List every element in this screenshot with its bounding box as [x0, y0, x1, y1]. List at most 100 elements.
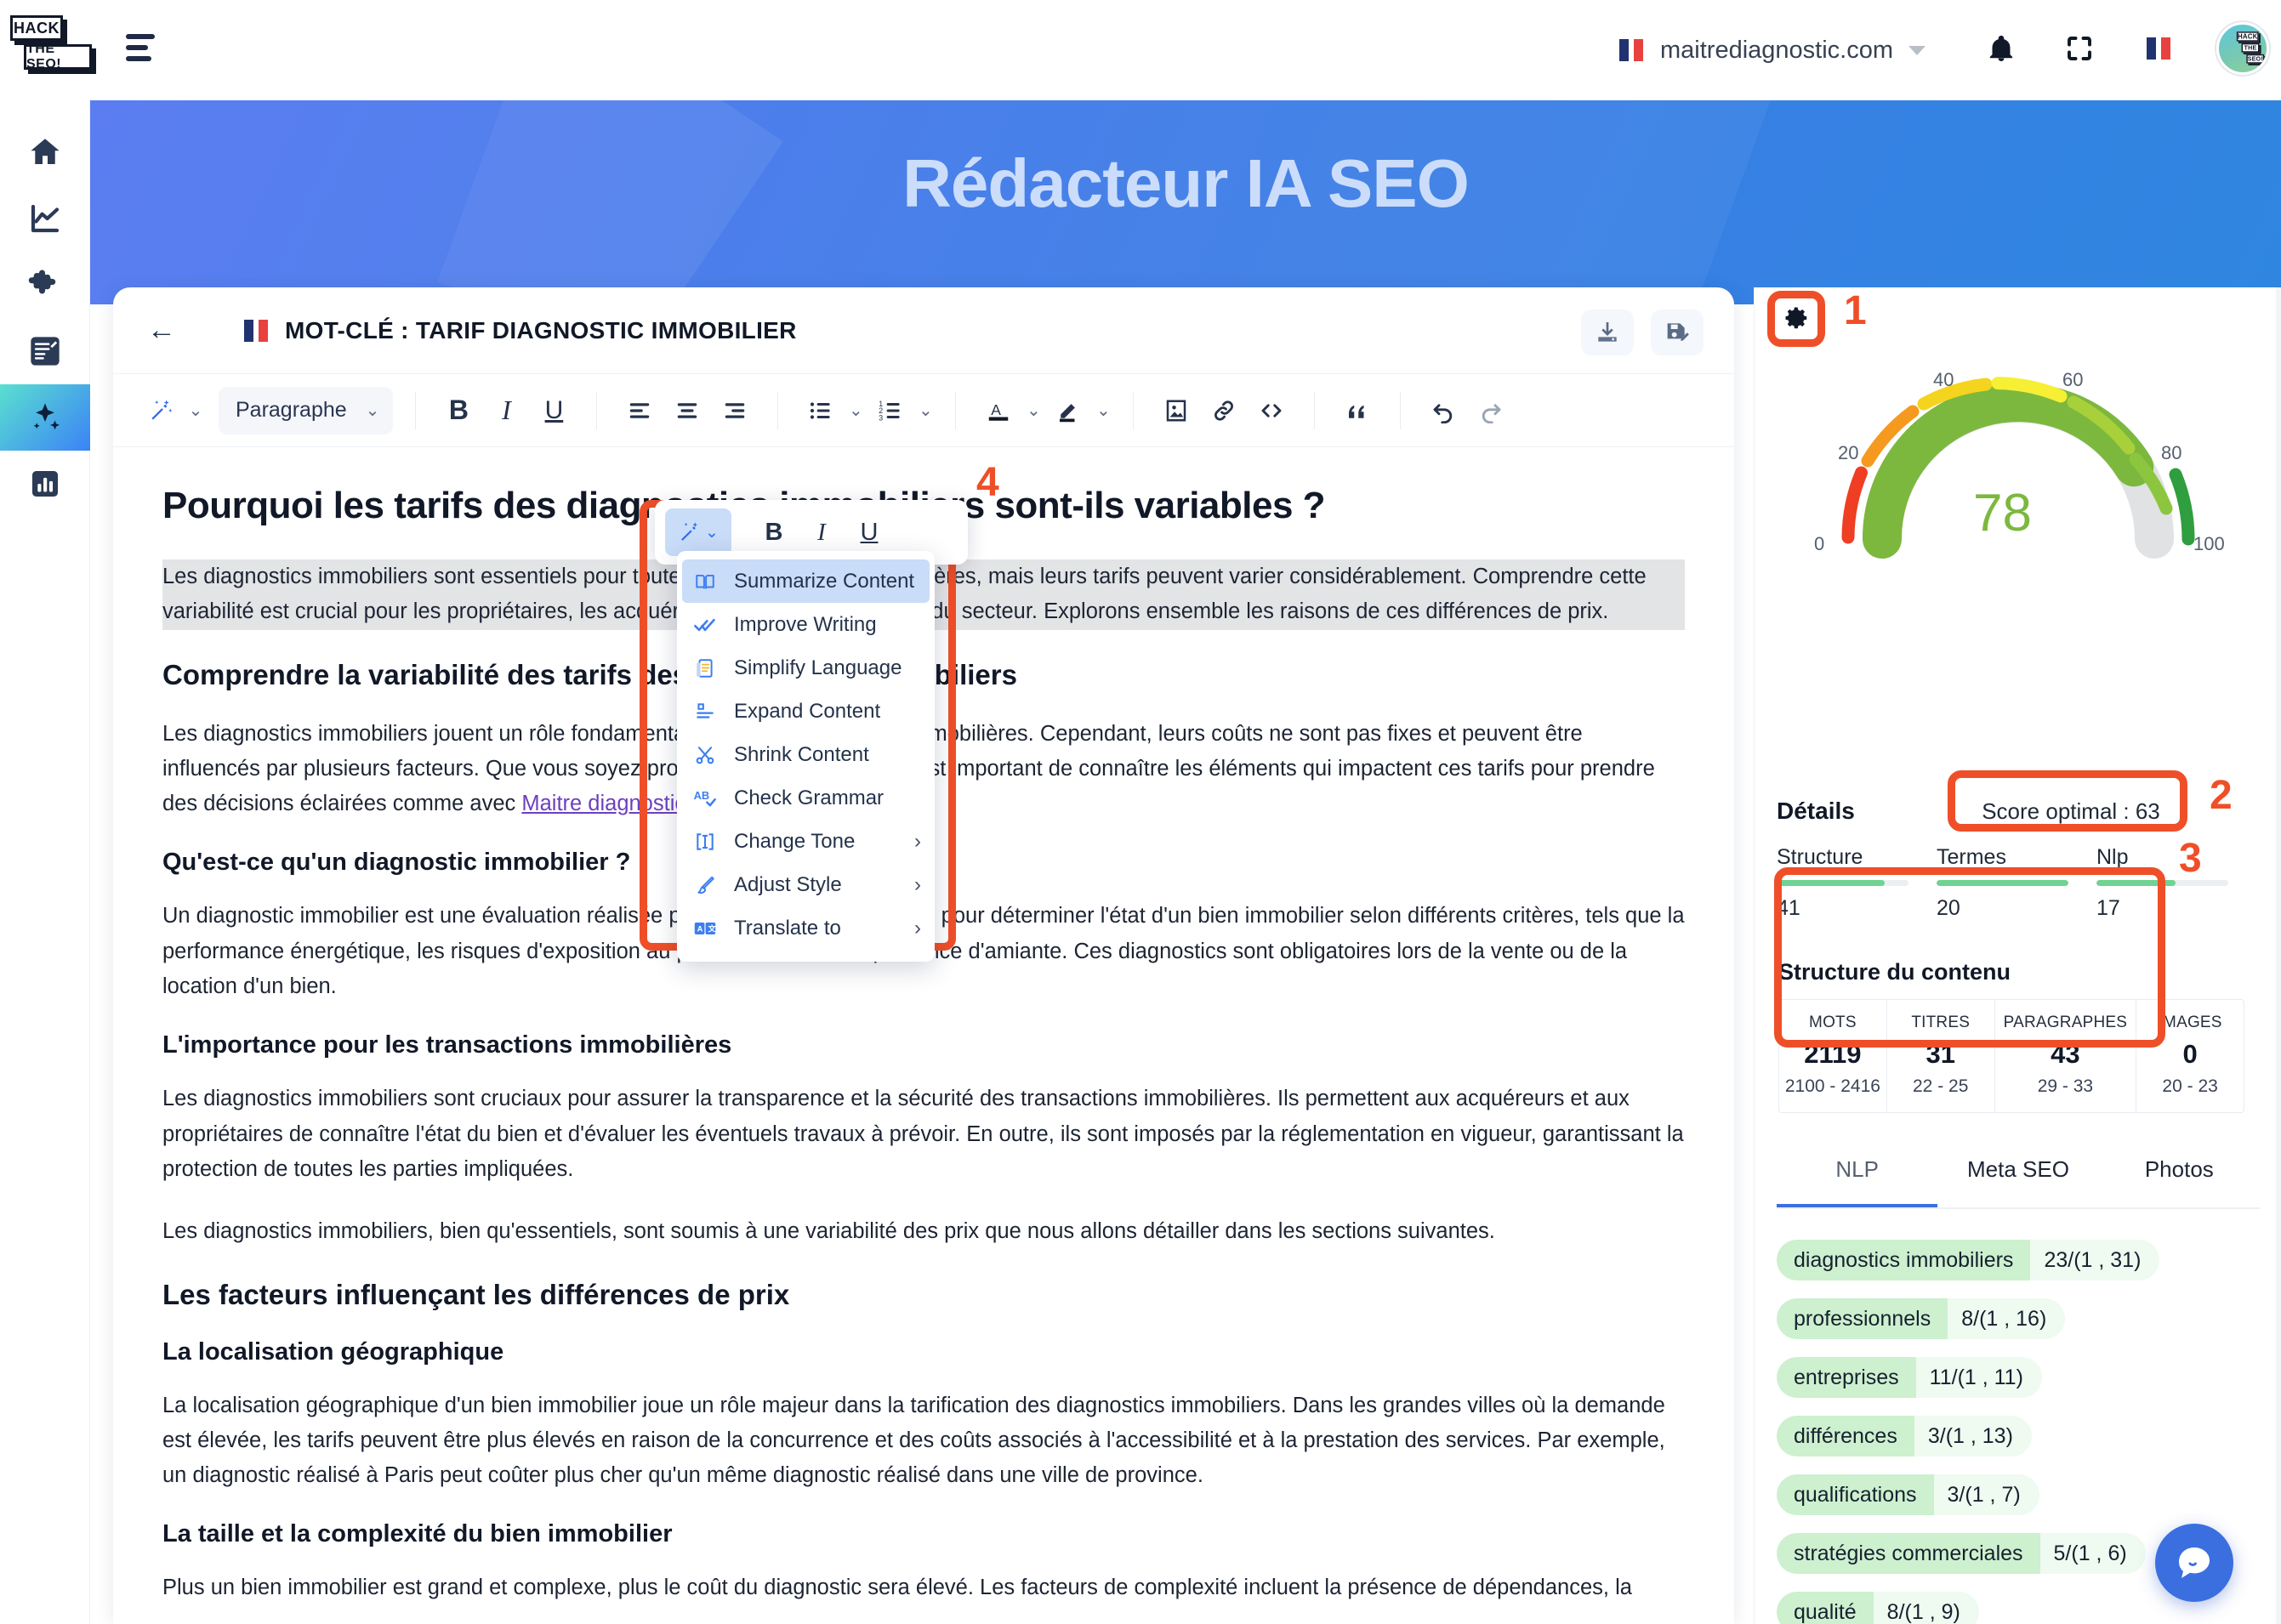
underline-button[interactable]: U: [530, 387, 577, 434]
undo-button[interactable]: [1419, 387, 1467, 434]
sidebar-item-ai-writer[interactable]: [0, 384, 90, 451]
bold-button[interactable]: B: [750, 508, 798, 556]
redo-button[interactable]: [1467, 387, 1515, 434]
list-item[interactable]: différences 3/(1 , 13): [1777, 1416, 2266, 1456]
book-open-icon: [691, 567, 720, 596]
svg-text:A: A: [992, 401, 1002, 418]
ai-menu-item-change-tone[interactable]: Change Tone ›: [677, 820, 935, 863]
structure-col-range: 2100 - 2416: [1784, 1076, 1880, 1096]
ai-menu-item-expand-content[interactable]: Expand Content: [677, 690, 935, 733]
align-center-button[interactable]: [663, 387, 711, 434]
sidebar-item-editor[interactable]: [0, 318, 90, 384]
numbered-list-button[interactable]: 123: [867, 387, 914, 434]
metric-label: Structure: [1777, 845, 1863, 869]
chevron-down-icon[interactable]: ⌄: [185, 387, 207, 434]
seo-score-gauge: 0 20 40 60 80 100 78: [1755, 335, 2281, 571]
doc-paragraph: Les diagnostics immobiliers sont cruciau…: [162, 1087, 1684, 1181]
back-button[interactable]: ←: [147, 314, 186, 347]
chevron-down-icon: ⌄: [705, 523, 719, 542]
italic-button[interactable]: I: [798, 508, 845, 556]
maitre-diagnostic-link[interactable]: Maitre diagnostic: [521, 792, 685, 815]
annotation-number-4: 4: [976, 460, 999, 505]
metric-label: Termes: [1937, 845, 2006, 869]
download-button[interactable]: [1581, 309, 1634, 355]
toolbar-divider: [415, 391, 417, 429]
doc-paragraph: Plus un bien immobilier est grand et com…: [162, 1576, 1632, 1600]
sidebar-item-analytics[interactable]: [0, 185, 90, 252]
panel-scrollbar[interactable]: [2276, 287, 2281, 1624]
highlight-button[interactable]: [1044, 387, 1092, 434]
chevron-down-icon[interactable]: ⌄: [1092, 387, 1114, 434]
bullet-list-button[interactable]: [797, 387, 845, 434]
user-avatar[interactable]: HACK THE SEO!: [2216, 22, 2269, 75]
structure-grid: MOTS 2119 2100 - 2416 TITRES 31 22 - 25 …: [1778, 999, 2244, 1113]
link-button[interactable]: [1200, 387, 1248, 434]
chat-bubble-button[interactable]: [2155, 1524, 2233, 1602]
chevron-down-icon[interactable]: [1908, 45, 1925, 55]
toolbar-divider: [777, 391, 779, 429]
fullscreen-icon[interactable]: [2060, 29, 2099, 68]
ai-menu-item-label: Simplify Language: [734, 656, 902, 679]
notification-bell-icon[interactable]: [1982, 29, 2021, 68]
align-right-button[interactable]: [711, 387, 759, 434]
structure-col-header: IMAGES: [2158, 1014, 2222, 1031]
ai-menu-item-shrink-content[interactable]: Shrink Content: [677, 733, 935, 776]
annotation-number-2: 2: [2210, 773, 2233, 818]
tab-meta-seo[interactable]: Meta SEO: [1937, 1156, 2098, 1207]
fr-flag-icon: [1616, 36, 1645, 65]
list-item[interactable]: diagnostics immobiliers 23/(1 , 31): [1777, 1240, 2266, 1280]
sidebar-item-reports[interactable]: [0, 451, 90, 517]
panel-tabs: NLP Meta SEO Photos: [1777, 1156, 2260, 1209]
italic-button[interactable]: I: [482, 387, 530, 434]
svg-text:3: 3: [879, 413, 884, 422]
tab-nlp[interactable]: NLP: [1777, 1156, 1938, 1207]
list-item[interactable]: qualifications 3/(1 , 7): [1777, 1474, 2266, 1515]
metric-progress: [1777, 880, 1908, 886]
magic-wand-icon[interactable]: ⌄: [665, 508, 731, 556]
chevron-down-icon: ⌄: [365, 401, 380, 420]
hero-banner: Rédacteur IA SEO: [90, 100, 2281, 304]
svg-text:文: 文: [708, 923, 717, 933]
language-fr-flag-icon[interactable]: [2138, 29, 2177, 68]
ai-menu-item-translate-to[interactable]: A文 Translate to ›: [677, 906, 935, 950]
chevron-down-icon[interactable]: ⌄: [1022, 387, 1044, 434]
chevron-down-icon[interactable]: ⌄: [914, 387, 936, 434]
nlp-term: différences: [1777, 1416, 1914, 1456]
sidebar-rail: [0, 100, 90, 1624]
save-edit-button[interactable]: [1651, 309, 1704, 355]
toolbar-divider: [1133, 391, 1135, 429]
structure-col-value: 2119: [1804, 1039, 1862, 1069]
list-item[interactable]: entreprises 11/(1 , 11): [1777, 1357, 2266, 1398]
ai-menu-item-simplify-language[interactable]: Simplify Language: [677, 646, 935, 690]
sidebar-item-extensions[interactable]: [0, 252, 90, 318]
hamburger-bar: [126, 56, 151, 61]
sidebar-item-home[interactable]: [0, 119, 90, 185]
metric-termes: Termes 20: [1937, 845, 2096, 921]
quote-button[interactable]: [1334, 387, 1381, 434]
magic-wand-icon[interactable]: [137, 387, 185, 434]
bold-button[interactable]: B: [435, 387, 482, 434]
align-left-button[interactable]: [616, 387, 663, 434]
ai-menu-item-improve-writing[interactable]: Improve Writing: [677, 603, 935, 646]
ai-menu-item-adjust-style[interactable]: Adjust Style ›: [677, 863, 935, 906]
paragraph-style-select[interactable]: Paragraphe ⌄: [219, 386, 394, 434]
site-selector[interactable]: maitrediagnostic.com: [1616, 27, 1925, 73]
ai-menu-item-summarize-content[interactable]: Summarize Content: [682, 559, 930, 603]
nlp-term: diagnostics immobiliers: [1777, 1240, 2031, 1280]
hamburger-bar: [126, 45, 148, 50]
expand-icon: [691, 697, 720, 726]
list-item[interactable]: professionnels 8/(1 , 16): [1777, 1298, 2266, 1339]
tab-photos[interactable]: Photos: [2099, 1156, 2260, 1207]
image-button[interactable]: [1152, 387, 1200, 434]
editor-header-actions: [1581, 309, 1704, 355]
code-button[interactable]: [1248, 387, 1295, 434]
gauge-tick-60: 60: [2062, 369, 2083, 390]
nlp-term: qualifications: [1777, 1474, 1934, 1515]
chevron-down-icon[interactable]: ⌄: [845, 387, 867, 434]
underline-button[interactable]: U: [845, 508, 893, 556]
menu-toggle-icon[interactable]: [126, 34, 162, 66]
font-color-button[interactable]: A: [975, 387, 1022, 434]
brand-logo[interactable]: HACK THE SEO!: [9, 15, 92, 82]
doc-heading-3: La taille et la complexité du bien immob…: [162, 1520, 673, 1548]
ai-menu-item-check-grammar[interactable]: AB Check Grammar: [677, 776, 935, 820]
